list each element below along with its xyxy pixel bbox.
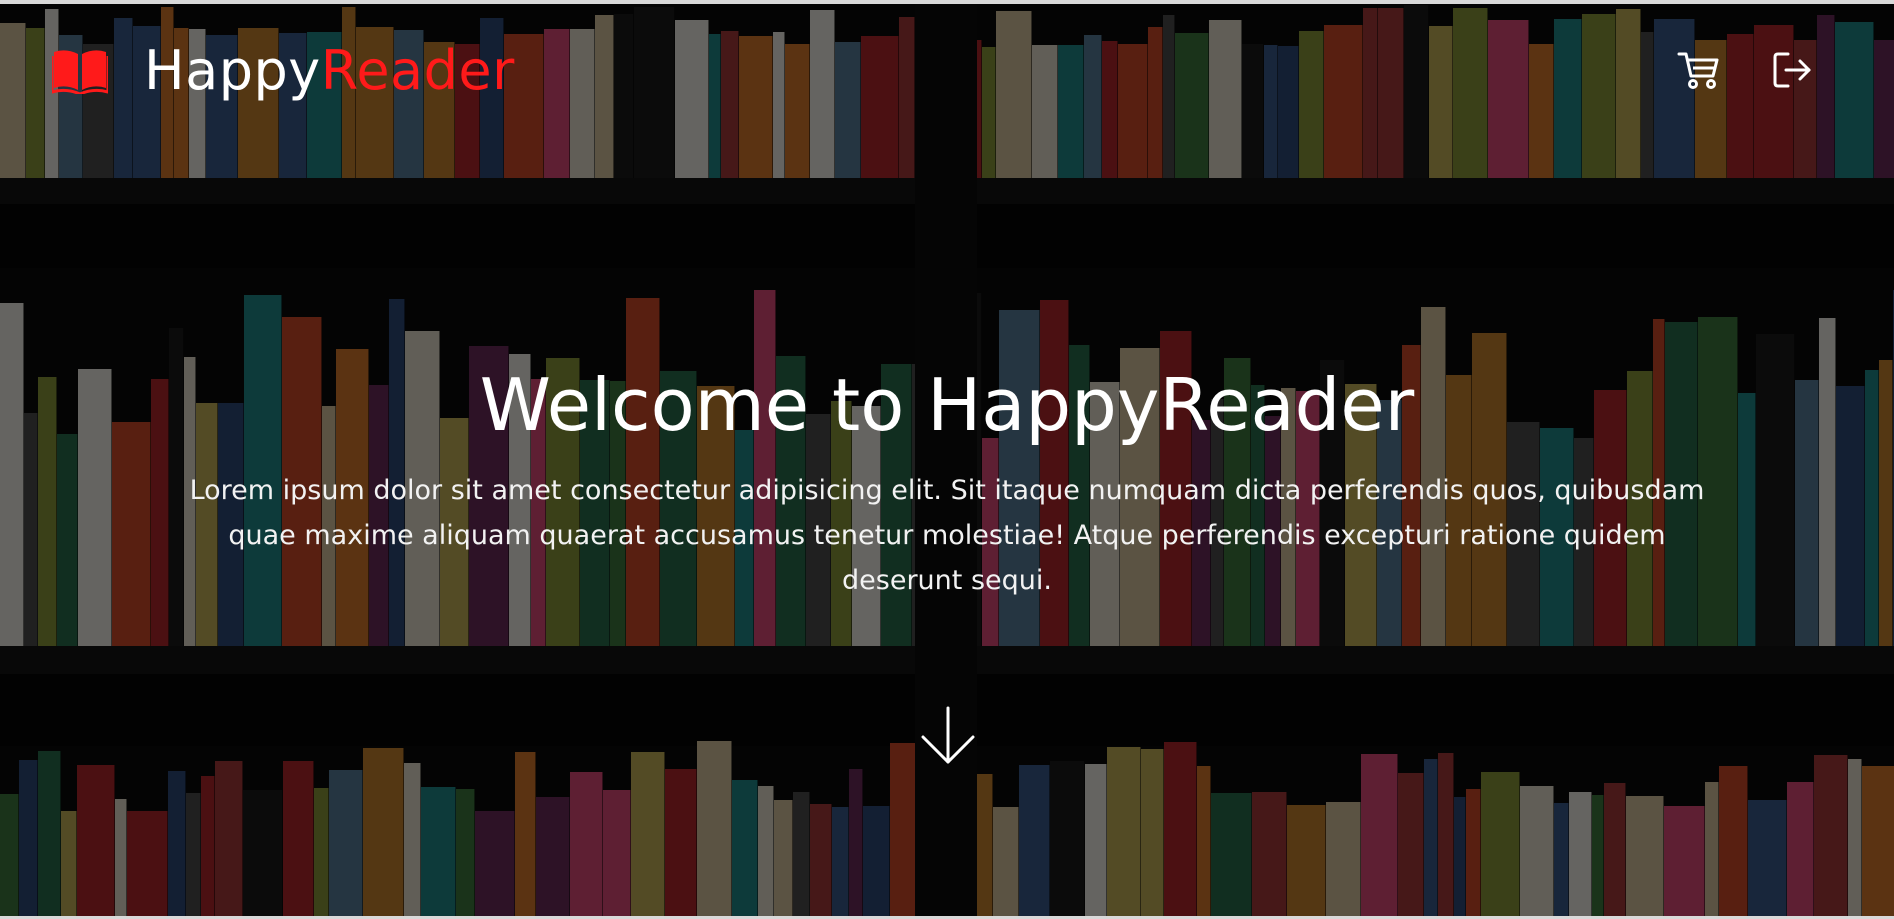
hero-title: Welcome to HappyReader <box>479 363 1415 447</box>
logout-icon <box>1773 52 1811 88</box>
hero-section: HappyReader Welcome to HappyReader Lorem… <box>0 0 1894 919</box>
top-border <box>0 0 1894 4</box>
brand-name-accent: Reader <box>320 39 515 102</box>
cart-icon <box>1677 52 1719 89</box>
brand-logo[interactable]: HappyReader <box>52 44 515 98</box>
arrow-down-icon[interactable] <box>920 706 976 766</box>
hero-content: Welcome to HappyReader Lorem ipsum dolor… <box>0 360 1894 603</box>
brand-name-prefix: Happy <box>144 39 321 102</box>
navbar: HappyReader <box>0 0 1894 140</box>
cart-button[interactable] <box>1676 48 1720 92</box>
hero-description: Lorem ipsum dolor sit amet consectetur a… <box>189 475 1705 596</box>
brand-name: HappyReader <box>144 44 515 98</box>
book-open-icon <box>52 50 108 94</box>
logout-button[interactable] <box>1770 48 1814 92</box>
